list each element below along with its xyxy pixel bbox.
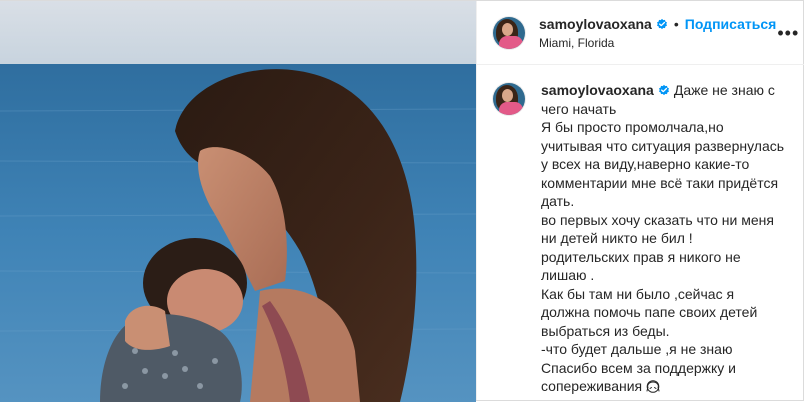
caption-first-text: Даже не знаю с — [673, 82, 775, 98]
caption-text: samoylovaoxana Даже не знаю с чего начат… — [541, 81, 791, 396]
caption-line: Я бы просто промолчала,но — [541, 119, 724, 135]
caption-line: выбраться из беды. — [541, 322, 670, 339]
caption-author-avatar[interactable] — [493, 83, 525, 115]
emoji-icon — [646, 380, 660, 393]
caption-line: у всех на виду,наверно какие-то — [541, 156, 750, 172]
verified-badge-icon — [656, 18, 667, 30]
caption-line: лишаю . — [541, 267, 595, 283]
header-row: samoylovaoxana • Подписаться — [539, 15, 776, 33]
more-options-icon[interactable]: ••• — [776, 21, 800, 45]
caption-line: ни детей никто не бил ! — [541, 230, 693, 246]
header-separator: • — [673, 16, 679, 32]
caption-last-line: сопереживания — [541, 377, 791, 396]
caption-line: -что будет дальше ,я не знаю — [541, 341, 733, 357]
instagram-post: samoylovaoxana • Подписаться Miami, Flor… — [0, 0, 804, 402]
caption-line: Как бы там ни было ,сейчас я — [541, 285, 735, 302]
caption-line: во первых хочу сказать что ни меня — [541, 211, 774, 228]
caption-verified-badge-icon — [658, 84, 669, 96]
caption-last-text: сопереживания — [541, 378, 643, 394]
post-side-panel: samoylovaoxana • Подписаться Miami, Flor… — [476, 1, 804, 400]
caption-line: дать. — [541, 193, 575, 209]
post-location[interactable]: Miami, Florida — [539, 36, 776, 50]
author-avatar[interactable] — [493, 16, 525, 49]
post-header: samoylovaoxana • Подписаться Miami, Flor… — [477, 1, 804, 65]
caption-line: комментарии мне всё таки придётся — [541, 174, 779, 191]
post-caption: samoylovaoxana Даже не знаю с чего начат… — [477, 65, 804, 396]
follow-button[interactable]: Подписаться — [685, 16, 777, 32]
caption-first-line: samoylovaoxana Даже не знаю с — [541, 81, 791, 100]
caption-line: учитывая что ситуация развернулась — [541, 137, 785, 154]
caption-line: родительских прав я никого не — [541, 248, 741, 265]
caption-line: чего начать — [541, 100, 617, 117]
caption-line: должна помочь папе своих детей — [541, 304, 758, 320]
caption-username[interactable]: samoylovaoxana — [541, 82, 654, 98]
post-photo[interactable] — [0, 1, 476, 402]
author-username[interactable]: samoylovaoxana — [539, 16, 652, 32]
header-text: samoylovaoxana • Подписаться Miami, Flor… — [539, 15, 776, 50]
caption-line: Спасибо всем за поддержку и — [541, 359, 736, 376]
photo-image — [0, 1, 476, 402]
